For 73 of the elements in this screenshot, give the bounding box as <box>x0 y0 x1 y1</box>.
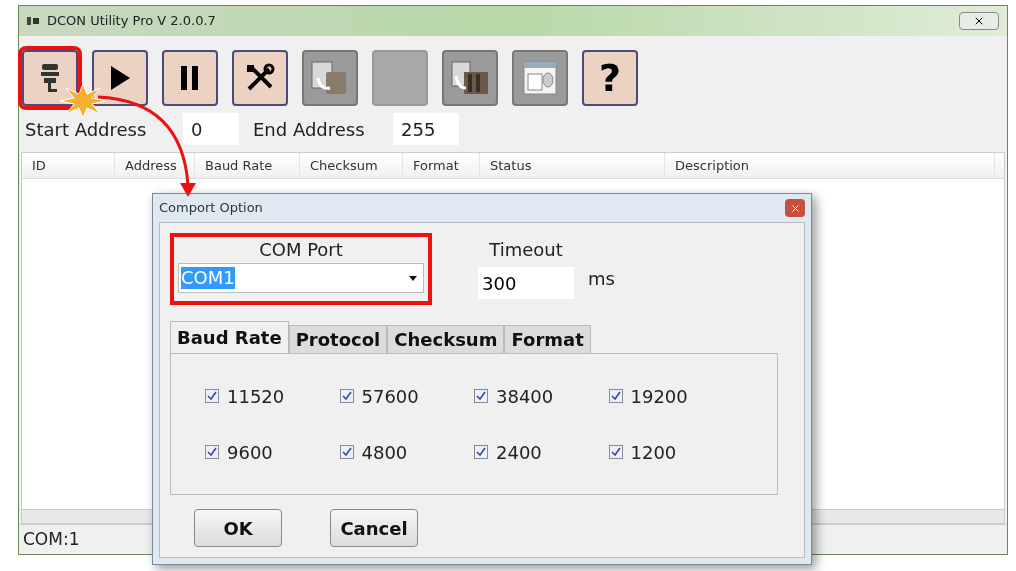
dropdown-caret-icon <box>409 275 417 281</box>
help-button[interactable]: ? <box>582 50 638 106</box>
timeout-unit: ms <box>588 267 615 291</box>
column-header[interactable]: ID <box>22 153 115 178</box>
pause-icon <box>179 65 201 91</box>
window-title: DCON Utility Pro V 2.0.0.7 <box>47 12 216 31</box>
checkbox[interactable] <box>608 445 623 459</box>
checkbox[interactable] <box>205 445 219 459</box>
column-header[interactable]: Baud Rate <box>195 153 300 178</box>
close-button[interactable] <box>959 12 999 30</box>
baud-rate-checkbox[interactable]: 9600 <box>205 424 340 480</box>
document-icon <box>520 58 560 98</box>
baud-rate-label: 4800 <box>361 440 408 465</box>
toolbar-button[interactable] <box>92 50 148 106</box>
start-address-field[interactable]: 0 <box>183 113 239 145</box>
baud-rate-label: 9600 <box>227 440 273 465</box>
timeout-label: Timeout <box>489 239 563 261</box>
checkmark-icon <box>207 391 217 401</box>
baud-rate-label: 1200 <box>630 440 677 465</box>
column-header[interactable]: Address <box>115 153 195 178</box>
timeout-field[interactable]: 300 <box>478 267 574 299</box>
connector-icon <box>39 62 61 94</box>
app-icon <box>27 15 39 27</box>
column-header[interactable]: Format <box>403 153 480 178</box>
tab[interactable]: Format <box>504 325 591 353</box>
end-address-field[interactable]: 255 <box>393 113 459 145</box>
toolbar-button[interactable] <box>232 50 288 106</box>
column-header[interactable]: Status <box>480 153 665 178</box>
close-icon <box>789 202 801 214</box>
toolbar-button[interactable] <box>162 50 218 106</box>
baud-rate-checkbox[interactable]: 19200 <box>608 368 743 424</box>
close-button[interactable] <box>785 199 805 217</box>
checkmark-icon <box>610 447 621 457</box>
tab[interactable]: Checksum <box>387 325 505 353</box>
checkbox[interactable] <box>608 389 623 403</box>
tools-icon <box>245 63 275 93</box>
baud-rate-label: 57600 <box>361 384 419 409</box>
toolbar-button[interactable] <box>442 50 498 106</box>
column-header[interactable]: Checksum <box>300 153 403 178</box>
checkmark-icon <box>476 391 486 401</box>
checkbox[interactable] <box>205 389 219 403</box>
baud-rate-checkbox[interactable]: 57600 <box>339 368 474 424</box>
baud-rate-label: 19200 <box>630 384 688 409</box>
checkbox[interactable] <box>339 445 354 459</box>
baud-rate-label: 2400 <box>496 440 542 465</box>
starburst-icon <box>60 84 106 118</box>
checkbox[interactable] <box>339 389 354 403</box>
cancel-button[interactable]: Cancel <box>330 509 418 547</box>
play-icon <box>108 64 132 92</box>
checkmark-icon <box>610 391 621 401</box>
dialog-title: Comport Option <box>159 199 263 218</box>
baud-rate-checkbox[interactable]: 2400 <box>474 424 609 480</box>
baud-rate-checkbox[interactable]: 11520 <box>205 368 340 424</box>
checkmark-icon <box>341 391 352 401</box>
tab[interactable]: Baud Rate <box>170 321 289 353</box>
tab[interactable]: Protocol <box>288 325 388 353</box>
start-address-label: Start Address <box>25 117 148 142</box>
baud-rate-label: 11520 <box>227 384 285 409</box>
checkmark-icon <box>341 447 352 457</box>
baud-rate-checkbox[interactable]: 1200 <box>608 424 743 480</box>
checkbox[interactable] <box>474 445 488 459</box>
baud-rate-label: 38400 <box>496 384 554 409</box>
baud-rate-checkbox[interactable]: 38400 <box>474 368 609 424</box>
checkbox[interactable] <box>474 389 488 403</box>
status-text: COM:1 <box>23 527 80 551</box>
column-header[interactable]: Description <box>665 153 995 178</box>
ok-button[interactable]: OK <box>194 509 282 547</box>
baud-rate-checkbox[interactable]: 4800 <box>339 424 474 480</box>
checkmark-icon <box>476 447 486 457</box>
com-port-label: COM Port <box>259 239 343 261</box>
close-icon <box>973 15 985 27</box>
end-address-label: End Address <box>253 117 366 142</box>
checkmark-icon <box>207 447 217 457</box>
